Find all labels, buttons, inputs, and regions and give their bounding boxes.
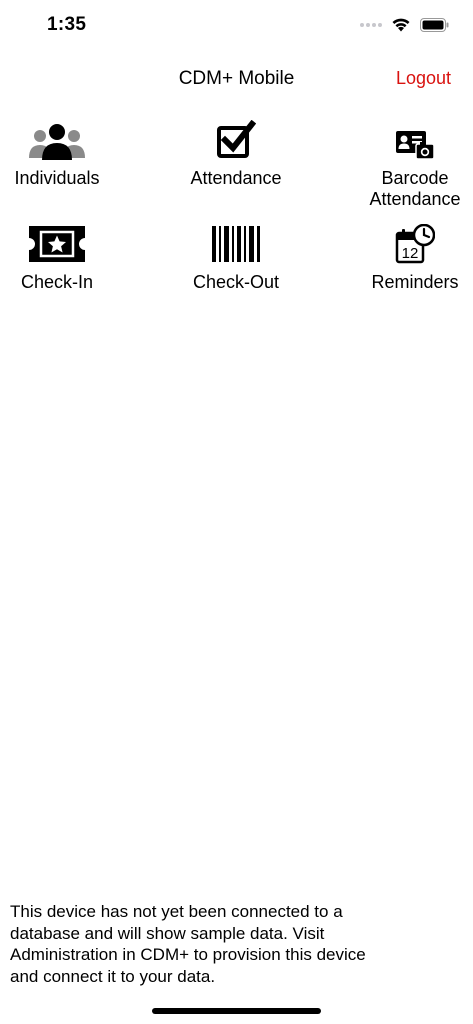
individuals-tile[interactable]: Individuals bbox=[0, 112, 132, 189]
status-icons bbox=[360, 17, 449, 32]
calendar-day-number: 12 bbox=[402, 245, 419, 262]
people-icon bbox=[0, 112, 132, 160]
check-in-label: Check-In bbox=[20, 272, 94, 292]
not-connected-message: This device has not yet been connected t… bbox=[10, 902, 366, 986]
attendance-tile[interactable]: Attendance bbox=[161, 112, 311, 189]
check-out-tile[interactable]: Check-Out bbox=[161, 216, 311, 293]
check-out-label: Check-Out bbox=[192, 272, 280, 292]
barcode-attendance-label: Barcode Attendance bbox=[369, 168, 461, 209]
reminders-tile[interactable]: 12 Reminders bbox=[340, 216, 473, 293]
status-bar: 1:35 bbox=[0, 0, 473, 54]
checkbox-check-icon bbox=[161, 112, 311, 160]
status-time: 1:35 bbox=[47, 14, 87, 35]
battery-icon bbox=[420, 17, 449, 32]
home-indicator[interactable] bbox=[152, 1008, 321, 1014]
logout-button[interactable]: Logout bbox=[396, 68, 451, 89]
calendar-clock-icon: 12 bbox=[340, 216, 473, 264]
individuals-label: Individuals bbox=[14, 168, 100, 188]
check-in-tile[interactable]: Check-In bbox=[0, 216, 132, 293]
id-card-camera-icon bbox=[340, 112, 473, 160]
reminders-label: Reminders bbox=[371, 272, 459, 292]
barcode-attendance-tile[interactable]: Barcode Attendance bbox=[340, 112, 473, 210]
navigation-bar: CDM+ Mobile Logout bbox=[0, 60, 473, 100]
cellular-signal-icon bbox=[360, 22, 382, 27]
wifi-icon bbox=[392, 18, 410, 32]
attendance-label: Attendance bbox=[190, 168, 282, 188]
barcode-icon bbox=[161, 216, 311, 264]
ticket-star-icon bbox=[0, 216, 132, 264]
